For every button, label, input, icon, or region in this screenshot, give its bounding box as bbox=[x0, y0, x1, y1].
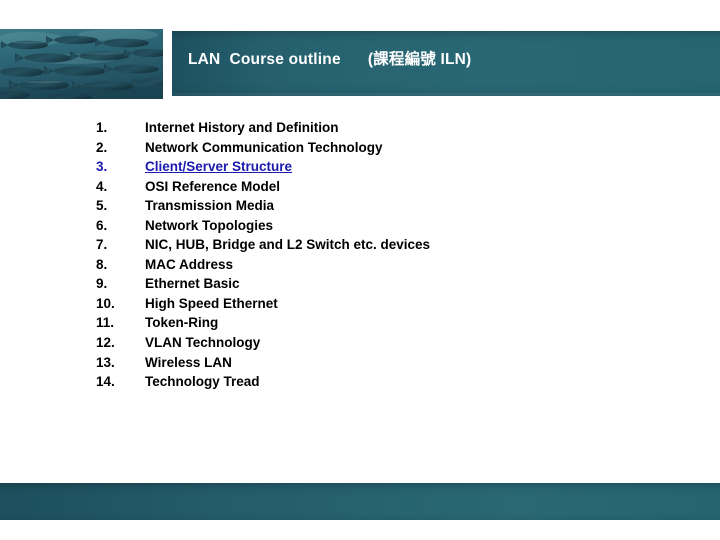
slide-canvas: LAN Course outline (課程編號 ILN) 1. Interne… bbox=[0, 0, 720, 540]
list-item-label: Ethernet Basic bbox=[145, 276, 240, 292]
course-outline-list: 1. Internet History and Definition 2. Ne… bbox=[96, 118, 656, 392]
list-item-number: 7. bbox=[96, 237, 108, 253]
list-item-label: Transmission Media bbox=[145, 198, 275, 214]
list-item-label: Network Communication Technology bbox=[145, 139, 383, 155]
list-item-label: Token-Ring bbox=[145, 315, 219, 331]
list-item-label: Network Topologies bbox=[145, 217, 274, 233]
list-item-number: 10. bbox=[96, 295, 115, 311]
list-item-number: 12. bbox=[96, 335, 115, 351]
list-item-label: Technology Tread bbox=[145, 374, 260, 390]
list-item-label: Internet History and Definition bbox=[145, 120, 339, 135]
list-item-label: MAC Address bbox=[145, 256, 234, 272]
list-item-number: 5. bbox=[96, 198, 108, 214]
list-item-label: OSI Reference Model bbox=[145, 178, 281, 194]
list-item-label[interactable]: Client/Server Structure bbox=[145, 157, 292, 177]
page-title: LAN Course outline (課程編號 ILN) bbox=[188, 51, 472, 68]
list-item-number: 11. bbox=[96, 315, 115, 331]
list-item-number: 6. bbox=[96, 217, 108, 233]
list-item-number: 8. bbox=[96, 256, 108, 272]
list-item: 14. Technology Tread bbox=[96, 372, 656, 392]
list-item: 9. Ethernet Basic bbox=[96, 274, 656, 294]
list-item-number: 13. bbox=[96, 354, 115, 370]
list-item: 8. MAC Address bbox=[96, 255, 656, 275]
list-item-label: High Speed Ethernet bbox=[145, 295, 278, 311]
list-item-number: 14. bbox=[96, 374, 115, 390]
list-item: 1. Internet History and Definition bbox=[96, 118, 656, 138]
list-item-number: 1. bbox=[96, 120, 108, 135]
list-item-label: Wireless LAN bbox=[145, 354, 232, 370]
list-item-number: 4. bbox=[96, 178, 108, 194]
list-item-link-client-server-structure[interactable]: 3. Client/Server Structure bbox=[96, 157, 656, 177]
list-item: 2. Network Communication Technology bbox=[96, 138, 656, 158]
list-item-number: 3. bbox=[96, 159, 108, 175]
list-item: 10. High Speed Ethernet bbox=[96, 294, 656, 314]
list-item: 7. NIC, HUB, Bridge and L2 Switch etc. d… bbox=[96, 235, 656, 255]
list-item: 4. OSI Reference Model bbox=[96, 177, 656, 197]
list-item-number: 2. bbox=[96, 139, 108, 155]
list-item: 11. Token-Ring bbox=[96, 313, 656, 333]
list-item: 5. Transmission Media bbox=[96, 196, 656, 216]
list-item: 12. VLAN Technology bbox=[96, 333, 656, 353]
footer-band bbox=[0, 483, 720, 520]
fish-photo-graphic bbox=[0, 29, 163, 99]
list-item-label: NIC, HUB, Bridge and L2 Switch etc. devi… bbox=[145, 237, 431, 253]
list-item-label: VLAN Technology bbox=[145, 335, 261, 351]
list-item: 6. Network Topologies bbox=[96, 216, 656, 236]
list-item-number: 9. bbox=[96, 276, 108, 292]
underwater-fish-photo bbox=[0, 29, 163, 99]
list-item: 13. Wireless LAN bbox=[96, 353, 656, 373]
